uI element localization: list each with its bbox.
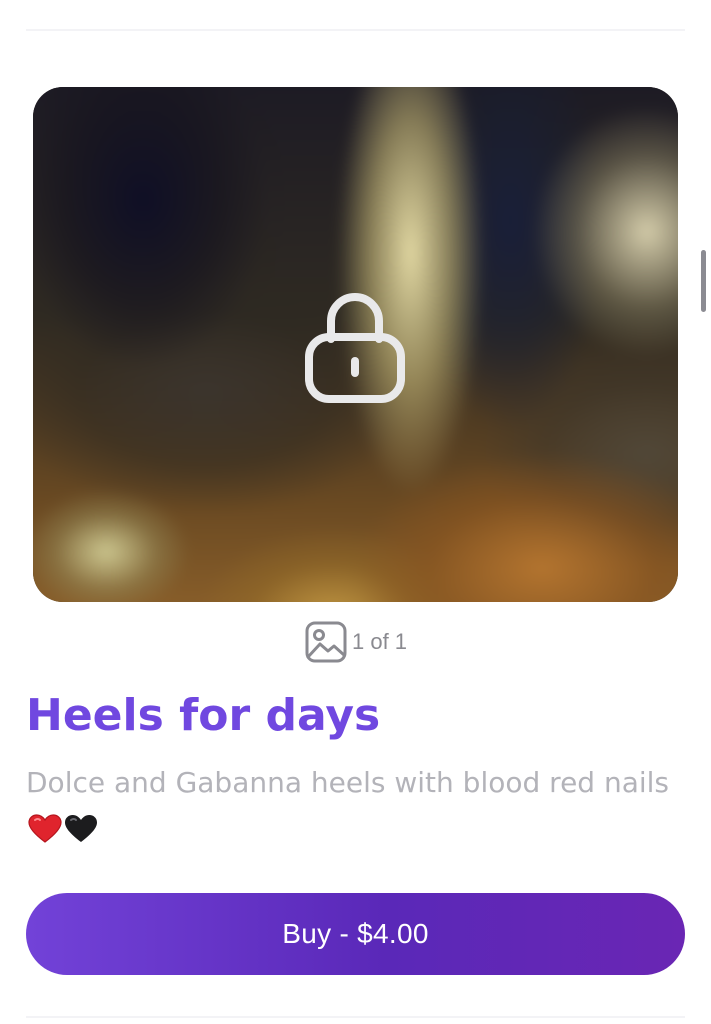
bottom-divider (26, 1016, 685, 1018)
post-description: Dolce and Gabanna heels with blood red n… (26, 760, 676, 852)
red-heart-emoji (28, 814, 62, 843)
locked-media-preview[interactable] (33, 87, 678, 602)
buy-button[interactable]: Buy - $4.00 (26, 893, 685, 975)
post-title: Heels for days (26, 690, 381, 741)
top-divider (26, 29, 685, 31)
media-counter: 1 of 1 (304, 620, 407, 664)
media-counter-text: 1 of 1 (352, 629, 408, 654)
black-heart-emoji (65, 815, 97, 842)
image-icon (305, 621, 347, 663)
scrollbar[interactable] (701, 250, 706, 312)
post-page: 1 of 1 Heels for days Dolce and Gabanna … (0, 0, 711, 1024)
lock-icon (305, 293, 405, 403)
post-description-text: Dolce and Gabanna heels with blood red n… (26, 766, 670, 799)
